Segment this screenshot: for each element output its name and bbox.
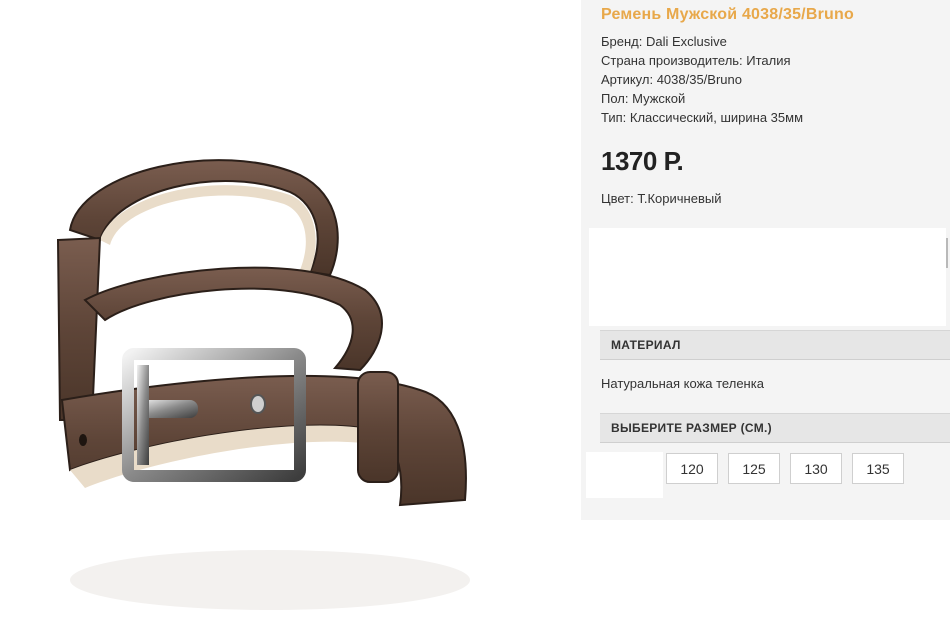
prop-country: Страна производитель: Италия [601, 53, 791, 68]
material-heading-label: МАТЕРИАЛ [611, 338, 681, 352]
size-options: 120 125 130 135 [666, 453, 904, 484]
prop-gender: Пол: Мужской [601, 91, 686, 106]
product-color: Цвет: Т.Коричневый [601, 191, 722, 206]
product-title: Ремень Мужской 4038/35/Bruno [601, 6, 854, 23]
size-option-130[interactable]: 130 [790, 453, 842, 484]
size-option-135[interactable]: 135 [852, 453, 904, 484]
scroll-edge [946, 238, 948, 268]
product-properties: Бренд: Dali Exclusive Страна производите… [601, 32, 803, 127]
prop-brand: Бренд: Dali Exclusive [601, 34, 727, 49]
belt-illustration [56, 159, 470, 610]
material-value: Натуральная кожа теленка [601, 376, 764, 391]
blank-content-area [589, 228, 948, 326]
size-heading-label: ВЫБЕРИТЕ РАЗМЕР (СМ.) [611, 421, 772, 435]
product-image[interactable] [0, 0, 580, 618]
prop-type: Тип: Классический, ширина 35мм [601, 110, 804, 125]
prop-article: Артикул: 4038/35/Bruno [601, 72, 742, 87]
size-option-120[interactable]: 120 [666, 453, 718, 484]
product-info-panel: Ремень Мужской 4038/35/Bruno Бренд: Dali… [581, 0, 950, 520]
size-option-125[interactable]: 125 [728, 453, 780, 484]
product-price: 1370 Р. [601, 146, 684, 176]
material-heading: МАТЕРИАЛ [600, 330, 950, 360]
size-heading: ВЫБЕРИТЕ РАЗМЕР (СМ.) [600, 413, 950, 443]
size-blank [586, 452, 663, 498]
